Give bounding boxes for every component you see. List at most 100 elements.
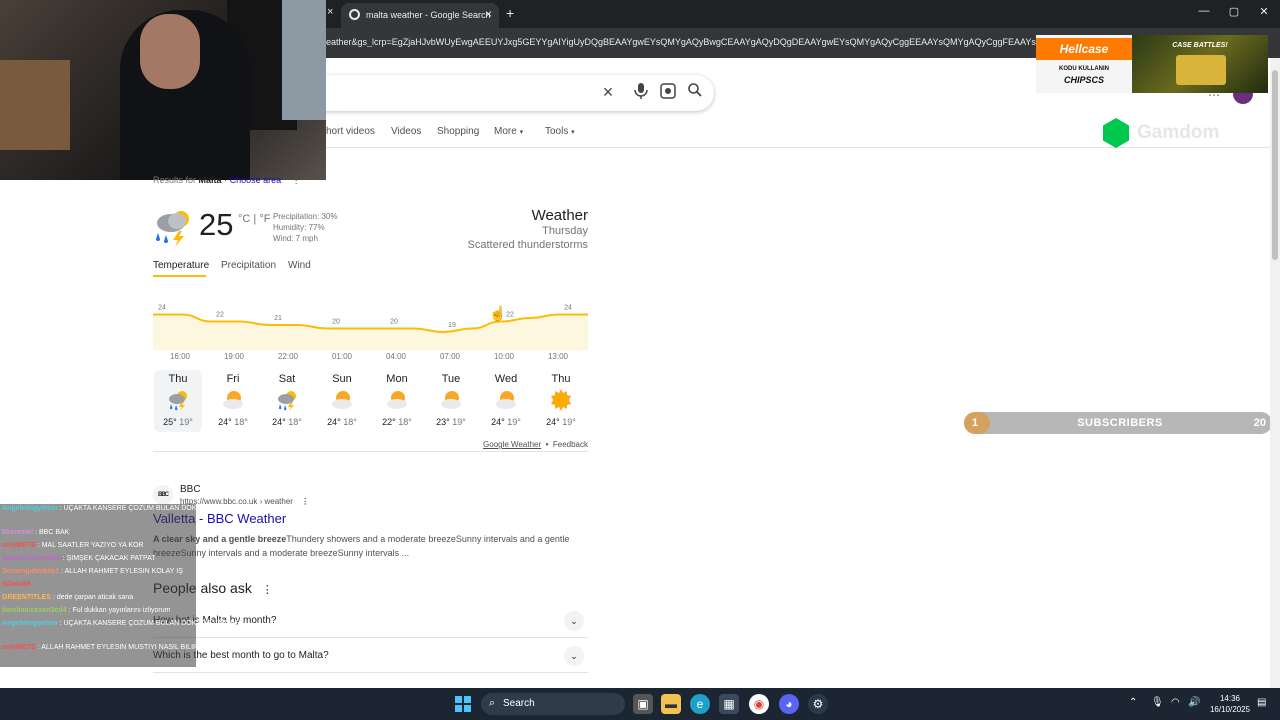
time-label: 01:00 bbox=[331, 352, 353, 361]
time-label: 07:00 bbox=[439, 352, 461, 361]
day-low: 19° bbox=[452, 417, 466, 427]
chrome-icon[interactable]: ◉ bbox=[749, 694, 769, 714]
window-close-icon[interactable]: ✕ bbox=[1254, 5, 1274, 18]
stream-chat-overlay: Angelvleigyetsin : UÇAKTA KANSERE ÇOZUM … bbox=[0, 504, 239, 667]
chat-user: onlyMETE bbox=[2, 542, 36, 549]
hellcase-ad: Hellcase KODU KULLANIN CHIPSCS CASE BATT… bbox=[1036, 35, 1268, 93]
google-favicon-icon bbox=[349, 9, 360, 20]
chat-text: Ful dukkan yayınlarını izliyorum bbox=[72, 607, 171, 614]
notification-icon[interactable]: ▤ bbox=[1257, 697, 1266, 708]
day-low: 18° bbox=[398, 417, 412, 427]
tab-videos[interactable]: Videos bbox=[391, 126, 421, 137]
discord-icon[interactable]: ◕ bbox=[779, 694, 799, 714]
result-source-name[interactable]: BBC bbox=[180, 484, 201, 495]
tab-precipitation[interactable]: Precipitation bbox=[221, 260, 276, 271]
edge-icon[interactable]: e bbox=[690, 694, 710, 714]
file-explorer-icon[interactable]: ▬ bbox=[661, 694, 681, 714]
google-weather-link[interactable]: Google Weather bbox=[483, 440, 541, 449]
clock-date: 16/10/2025 bbox=[1209, 705, 1250, 714]
feedback-link[interactable]: Feedback bbox=[553, 440, 588, 449]
app-icon[interactable]: ⚙ bbox=[808, 694, 828, 714]
chart-data-label: 24 bbox=[564, 305, 572, 312]
day-low: 18° bbox=[343, 417, 357, 427]
results-for-sep: · bbox=[224, 175, 228, 185]
day-sat[interactable]: Sat 24° 18° bbox=[263, 370, 311, 432]
time-label: 10:00 bbox=[493, 352, 515, 361]
windows-taskbar: ⌕ Search ▣ ▬ e ▦ ◉ ◕ ⚙ ⌃ 🎙 ◠ 🔊 14:36 16/… bbox=[0, 688, 1280, 720]
tab-tools-label: Tools bbox=[545, 126, 569, 137]
chevron-down-icon[interactable]: ⌄ bbox=[564, 611, 584, 631]
unit-toggle[interactable]: °C | °F bbox=[238, 213, 270, 225]
day-thu-next[interactable]: Thu 24° 19° bbox=[537, 370, 585, 432]
chat-user: Mrarestel bbox=[2, 529, 34, 536]
gamdom-text: Gamdom bbox=[1137, 122, 1220, 143]
tab-close-icon[interactable]: × bbox=[485, 7, 492, 21]
url-text[interactable]: eather&gs_lcrp=EgZjaHJvbWUyEwgAEEUYJxg5G… bbox=[326, 37, 1038, 47]
lens-icon[interactable] bbox=[659, 83, 677, 101]
minimize-icon[interactable]: — bbox=[1194, 5, 1214, 17]
tab-tools[interactable]: Tools ▾ bbox=[545, 126, 575, 137]
day-fri[interactable]: Fri 24° 18° bbox=[209, 370, 257, 432]
day-sun[interactable]: Sun 24° 18° bbox=[318, 370, 366, 432]
result-more-icon[interactable]: ⋮ bbox=[301, 497, 309, 506]
partly-cloudy-icon bbox=[331, 389, 353, 411]
mic-icon[interactable] bbox=[632, 83, 650, 101]
tab-shopping[interactable]: Shopping bbox=[437, 126, 479, 137]
humidity-text: Humidity: 77% bbox=[273, 223, 325, 232]
chat-text: dede çarpan aticak sana bbox=[56, 594, 134, 601]
new-tab-button[interactable]: + bbox=[506, 5, 514, 21]
tray-chevron-icon[interactable]: ⌃ bbox=[1129, 697, 1137, 708]
prev-tab-close-icon[interactable]: × bbox=[327, 6, 333, 18]
choose-area-link[interactable]: Choose area bbox=[230, 175, 282, 185]
clear-search-icon[interactable]: × bbox=[599, 83, 617, 101]
paa-more-icon[interactable]: ⋮ bbox=[262, 584, 273, 596]
tab-short-videos[interactable]: hort videos bbox=[326, 126, 375, 137]
thunderstorm-icon bbox=[153, 207, 193, 247]
results-more-icon[interactable]: ⋮ bbox=[292, 175, 301, 185]
chat-user: Angelvleigyetsin bbox=[2, 505, 58, 512]
chat-message: bambanicesen3ed4 : Ful dukkan yayınların… bbox=[2, 607, 171, 614]
taskbar-clock[interactable]: 14:36 16/10/2025 bbox=[1210, 693, 1250, 715]
mic-icon[interactable]: 🎙 bbox=[1151, 697, 1164, 708]
chat-message: gaimlordsunrelda : ŞIMŞEK ÇAKACAK PATPAT bbox=[2, 555, 156, 562]
day-high: 24° bbox=[327, 417, 341, 427]
day-low: 19° bbox=[562, 417, 576, 427]
scrollbar-thumb[interactable] bbox=[1272, 70, 1278, 260]
tab-more[interactable]: More ▾ bbox=[494, 126, 523, 137]
day-temps: 24° 19° bbox=[482, 417, 530, 427]
chat-user: Somengidezbile1 bbox=[2, 568, 60, 575]
chevron-down-icon[interactable]: ⌄ bbox=[564, 646, 584, 666]
taskbar-search-label: Search bbox=[503, 698, 535, 709]
day-mon[interactable]: Mon 22° 18° bbox=[373, 370, 421, 432]
chest-icon bbox=[1176, 55, 1226, 85]
hellcase-brand: Hellcase bbox=[1036, 38, 1132, 60]
chat-text: MAL SAATLER YAZIYO YA KOR bbox=[41, 542, 144, 549]
partly-cloudy-icon bbox=[222, 389, 244, 411]
results-for-place: Malta bbox=[198, 175, 222, 185]
day-name: Thu bbox=[168, 373, 188, 385]
chart-area bbox=[153, 314, 588, 350]
windows-start-icon[interactable] bbox=[455, 696, 471, 712]
day-thu[interactable]: Thu 25° 19° bbox=[154, 370, 202, 432]
weather-title: Weather bbox=[531, 207, 588, 224]
wifi-icon[interactable]: ◠ bbox=[1171, 697, 1180, 708]
maximize-icon[interactable]: ▢ bbox=[1224, 5, 1244, 18]
search-icon[interactable] bbox=[686, 83, 704, 101]
day-high: 22° bbox=[382, 417, 396, 427]
tab-malta-weather[interactable]: malta weather - Google Search × bbox=[341, 3, 499, 28]
chat-message: Somengidezbile1 : ALLAH RAHMET EYLESIN K… bbox=[2, 568, 183, 575]
search-box[interactable]: × bbox=[300, 75, 714, 111]
tab-wind[interactable]: Wind bbox=[288, 260, 311, 271]
day-wed[interactable]: Wed 24° 19° bbox=[482, 370, 530, 432]
time-label: 16:00 bbox=[169, 352, 191, 361]
volume-icon[interactable]: 🔊 bbox=[1188, 697, 1200, 708]
day-tue[interactable]: Tue 23° 19° bbox=[427, 370, 475, 432]
store-icon[interactable]: ▦ bbox=[719, 694, 739, 714]
more-chevron-icon: ▾ bbox=[519, 129, 524, 136]
day-temps: 24° 18° bbox=[209, 417, 257, 427]
tab-temperature[interactable]: Temperature bbox=[153, 260, 209, 271]
partly-cloudy-icon bbox=[386, 389, 408, 411]
taskbar-search[interactable]: ⌕ Search bbox=[481, 693, 625, 715]
task-view-icon[interactable]: ▣ bbox=[633, 694, 653, 714]
chat-message: GREENTITLES : dede çarpan aticak sana bbox=[2, 594, 134, 601]
